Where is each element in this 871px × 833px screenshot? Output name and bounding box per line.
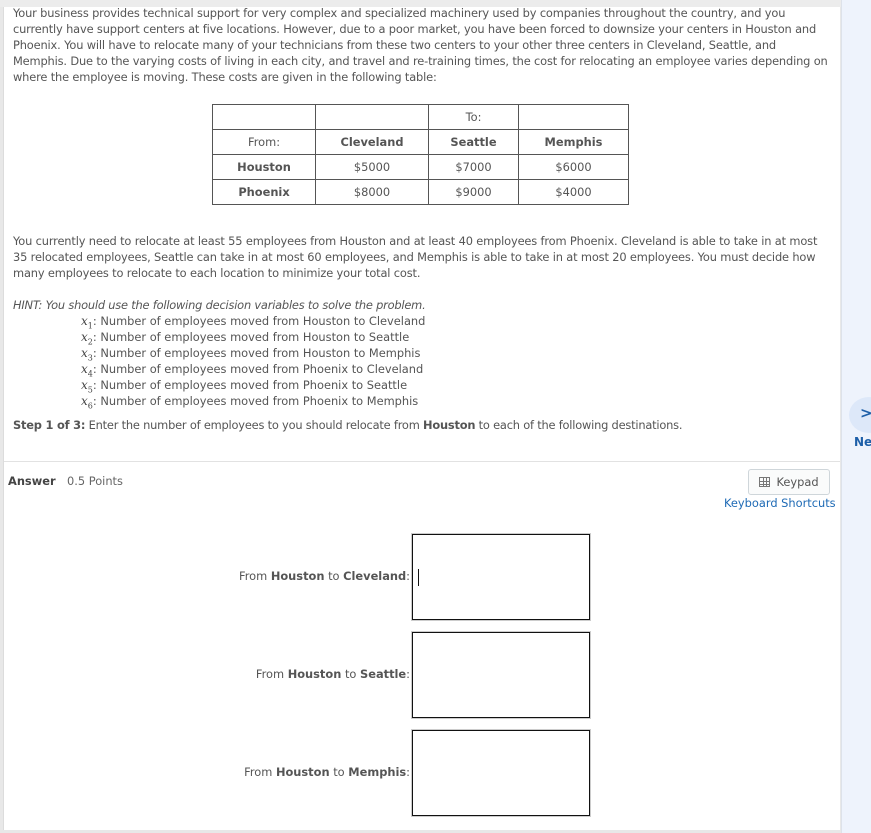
variable-symbol: x4: [81, 362, 93, 379]
houston-to-memphis-input[interactable]: [411, 729, 591, 817]
step-instruction: Step 1 of 3: Enter the number of employe…: [13, 418, 683, 432]
page: Your business provides technical support…: [0, 0, 871, 833]
variable-symbol: x3: [81, 346, 93, 363]
answer-field-row-seattle: From Houston to Seattle:: [0, 631, 600, 719]
table-cell: $9000: [428, 179, 519, 205]
variable-description: : Number of employees moved from Phoenix…: [92, 362, 424, 376]
next-button-label[interactable]: Ne: [854, 435, 871, 449]
variable-symbol: x1: [81, 314, 93, 331]
houston-to-cleveland-input[interactable]: [411, 533, 591, 621]
table-cell: $8000: [315, 179, 429, 205]
keypad-button[interactable]: Keypad: [748, 469, 830, 495]
keyboard-shortcuts-link[interactable]: Keyboard Shortcuts: [724, 496, 836, 510]
table-from-label: From:: [212, 129, 316, 155]
answer-field-row-cleveland: From Houston to Cleveland:: [0, 533, 600, 621]
table-cell-empty: [518, 104, 629, 130]
variable-symbol: x6: [81, 394, 93, 411]
step-label: Step 1 of 3:: [13, 418, 86, 432]
decision-variable: x6: Number of employees moved from Phoen…: [81, 393, 425, 411]
variable-description: : Number of employees moved from Phoenix…: [92, 394, 419, 408]
section-divider: [4, 461, 840, 462]
table-row: Phoenix $8000 $9000 $4000: [212, 179, 629, 205]
decision-variables-list: x1: Number of employees moved from Houst…: [81, 313, 426, 411]
question-intro: Your business provides technical support…: [13, 6, 828, 84]
question-constraints: You currently need to relocate at least …: [13, 234, 818, 280]
table-row-header: Phoenix: [212, 179, 316, 205]
decision-variable: x3: Number of employees moved from Houst…: [81, 345, 425, 363]
variable-description: : Number of employees moved from Houston…: [92, 346, 421, 360]
variable-symbol: x2: [81, 330, 93, 347]
variable-description: : Number of employees moved from Houston…: [92, 330, 410, 344]
hint-text: HINT: You should use the following decis…: [13, 298, 426, 312]
answer-field-row-memphis: From Houston to Memphis:: [0, 729, 600, 817]
table-row: Houston $5000 $7000 $6000: [212, 154, 629, 180]
table-column-header: Memphis: [518, 129, 629, 155]
table-to-label: To:: [428, 104, 519, 130]
variable-description: : Number of employees moved from Houston…: [92, 314, 426, 328]
houston-to-seattle-input[interactable]: [411, 631, 591, 719]
text-cursor: [418, 569, 419, 586]
table-column-header: Seattle: [428, 129, 519, 155]
decision-variable: x2: Number of employees moved from Houst…: [81, 329, 425, 347]
table-cell-empty: [315, 104, 429, 130]
table-column-header: Cleveland: [315, 129, 429, 155]
step-city: Houston: [423, 418, 476, 432]
table-cell: $6000: [518, 154, 629, 180]
variable-description: : Number of employees moved from Phoenix…: [92, 378, 408, 392]
table-header-row-to: To:: [212, 104, 629, 130]
points-label: 0.5 Points: [67, 474, 123, 488]
table-cell: $5000: [315, 154, 429, 180]
table-header-row: From: Cleveland Seattle Memphis: [212, 129, 629, 155]
table-row-header: Houston: [212, 154, 316, 180]
table-cell: $4000: [518, 179, 629, 205]
relocation-cost-table: To: From: Cleveland Seattle Memphis Hous…: [212, 104, 629, 205]
decision-variable: x1: Number of employees moved from Houst…: [81, 313, 426, 331]
keypad-button-label: Keypad: [776, 475, 819, 489]
table-cell-empty: [212, 104, 316, 130]
decision-variable: x5: Number of employees moved from Phoen…: [81, 377, 425, 395]
variable-symbol: x5: [81, 378, 93, 395]
answer-label: Answer: [8, 474, 56, 488]
calculator-keypad-icon: [759, 477, 771, 487]
answer-field-label: From Houston to Seattle:: [255, 667, 410, 681]
answer-field-label: From Houston to Cleveland:: [238, 569, 410, 583]
table-cell: $7000: [428, 154, 519, 180]
decision-variable: x4: Number of employees moved from Phoen…: [81, 361, 425, 379]
chevron-right-icon[interactable]: >: [860, 404, 871, 422]
answer-field-label: From Houston to Memphis:: [244, 765, 410, 779]
